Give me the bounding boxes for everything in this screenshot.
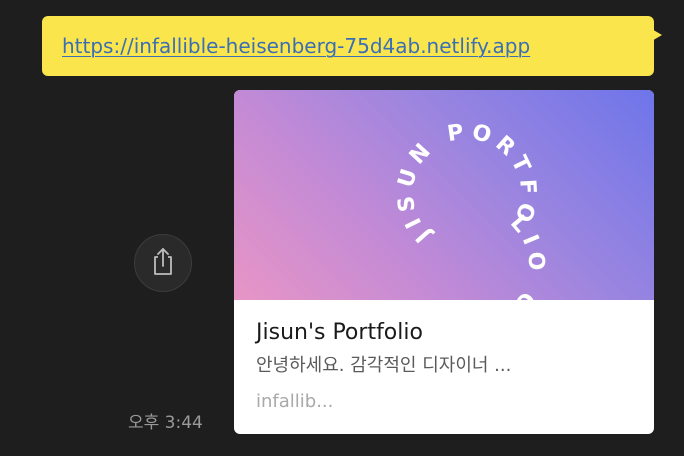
circular-logo-text: JISUN PORTFOLIO OF — [393, 119, 542, 300]
preview-description: 안녕하세요. 감각적인 디자이너 ... — [256, 355, 512, 376]
bubble-tail — [650, 28, 662, 42]
chat-window: https://infallible-heisenberg-75d4ab.net… — [0, 0, 684, 456]
message-bubble[interactable]: https://infallible-heisenberg-75d4ab.net… — [42, 16, 654, 76]
preview-image: JISUN PORTFOLIO OF — [234, 90, 654, 300]
preview-title: Jisun's Portfolio — [256, 320, 423, 345]
message-timestamp: 오후 3:44 — [128, 413, 203, 433]
link-preview-card[interactable]: JISUN PORTFOLIO OF Jisun's Portfolio 안녕하… — [234, 90, 654, 434]
svg-text:JISUN PORTFOLIO OF: JISUN PORTFOLIO OF — [393, 119, 548, 300]
share-button[interactable] — [134, 234, 192, 292]
preview-body: Jisun's Portfolio 안녕하세요. 감각적인 디자이너 ... i… — [234, 300, 654, 412]
preview-domain: infallib... — [256, 391, 334, 412]
circular-logo: JISUN PORTFOLIO OF — [393, 119, 548, 300]
share-icon — [148, 245, 178, 281]
message-link[interactable]: https://infallible-heisenberg-75d4ab.net… — [62, 34, 530, 58]
